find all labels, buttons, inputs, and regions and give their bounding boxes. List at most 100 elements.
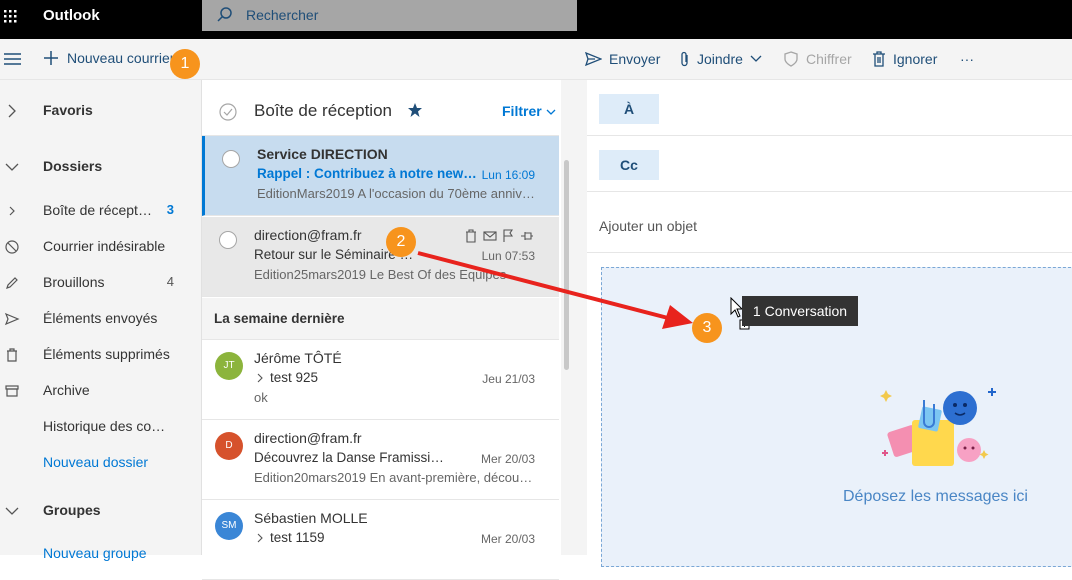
chevron-right-icon bbox=[9, 206, 15, 216]
new-mail-label: Nouveau courrier bbox=[67, 50, 175, 66]
date-group-header: La semaine dernière bbox=[202, 298, 559, 340]
subject: test 1159 bbox=[270, 530, 325, 545]
avatar: SM bbox=[215, 512, 243, 540]
folders-label: Dossiers bbox=[43, 158, 103, 174]
favorites-label: Favoris bbox=[43, 102, 93, 118]
cc-button[interactable]: Cc bbox=[599, 150, 659, 180]
send-icon bbox=[4, 312, 20, 326]
nav-item-sent[interactable]: Éléments envoyés bbox=[0, 301, 202, 337]
pin-icon[interactable] bbox=[520, 230, 534, 242]
avatar: JT bbox=[215, 352, 243, 380]
filter-label: Filtrer bbox=[502, 103, 542, 119]
more-options-button[interactable]: ··· bbox=[960, 51, 974, 67]
subject-field[interactable]: Ajouter un objet bbox=[587, 192, 1072, 253]
flag-icon[interactable] bbox=[502, 229, 514, 243]
nav-item-label: Boîte de réception bbox=[43, 202, 153, 218]
groups-header[interactable]: Groupes bbox=[0, 493, 202, 529]
send-icon bbox=[585, 52, 602, 66]
search-icon bbox=[216, 6, 234, 29]
step-marker-2: 2 bbox=[386, 227, 416, 257]
message-list-scrollbar[interactable] bbox=[561, 80, 571, 555]
pencil-icon bbox=[6, 277, 18, 289]
scrollbar-thumb[interactable] bbox=[564, 160, 569, 370]
chevron-down-icon bbox=[546, 109, 556, 115]
message-item[interactable]: D direction@fram.fr Découvrez la Danse F… bbox=[202, 420, 559, 500]
received-time: Jeu 21/03 bbox=[482, 372, 535, 386]
step-marker-1: 1 bbox=[170, 49, 200, 79]
chevron-down-icon bbox=[750, 55, 762, 62]
new-folder-link[interactable]: Nouveau dossier bbox=[0, 445, 202, 481]
nav-item-label: Brouillons bbox=[43, 274, 105, 290]
nav-item-conversation-history[interactable]: Historique des conversations bbox=[0, 409, 202, 445]
attach-label: Joindre bbox=[697, 51, 743, 67]
new-group-label: Nouveau groupe bbox=[43, 545, 147, 561]
message-item[interactable]: Service DIRECTION Rappel : Contribuez à … bbox=[202, 136, 559, 216]
sender: Service DIRECTION bbox=[257, 146, 388, 162]
drop-zone-message: Déposez les messages ici bbox=[843, 488, 1028, 505]
command-bar: Nouveau courrier Envoyer Joindre Chiffre… bbox=[0, 39, 1072, 80]
favorite-star-icon[interactable] bbox=[407, 102, 423, 118]
nav-item-label: Courrier indésirable bbox=[43, 238, 166, 254]
to-button[interactable]: À bbox=[599, 94, 659, 124]
new-group-link[interactable]: Nouveau groupe bbox=[0, 536, 202, 572]
shield-icon bbox=[784, 51, 798, 67]
nav-item-drafts[interactable]: Brouillons 4 bbox=[0, 265, 202, 301]
chevron-down-icon bbox=[5, 163, 19, 171]
app-title[interactable]: Outlook bbox=[43, 7, 100, 24]
favorites-header[interactable]: Favoris bbox=[0, 93, 202, 129]
nav-item-archive[interactable]: Archive bbox=[0, 373, 202, 409]
draft-count: 4 bbox=[166, 274, 174, 289]
nav-item-deleted[interactable]: Éléments supprimés bbox=[0, 337, 202, 373]
select-radio[interactable] bbox=[222, 150, 240, 168]
select-all-checkbox-icon[interactable] bbox=[219, 103, 237, 121]
discard-label: Ignorer bbox=[893, 51, 938, 67]
nav-item-label: Historique des conversations bbox=[43, 418, 168, 434]
folder-title: Boîte de réception bbox=[254, 101, 392, 120]
chevron-right-icon[interactable] bbox=[256, 373, 264, 383]
select-radio[interactable] bbox=[219, 231, 237, 249]
top-bar: Outlook Rechercher bbox=[0, 0, 1072, 39]
date-group-label: La semaine dernière bbox=[214, 311, 345, 326]
hamburger-menu-icon[interactable] bbox=[4, 51, 22, 72]
received-time: Mer 20/03 bbox=[480, 532, 535, 546]
archive-icon bbox=[5, 385, 19, 397]
plus-icon bbox=[44, 51, 58, 65]
new-mail-button[interactable]: Nouveau courrier bbox=[43, 50, 174, 66]
sender: Jérôme TÔTÉ bbox=[254, 350, 342, 366]
nav-item-label: Archive bbox=[43, 382, 90, 398]
message-list: Boîte de réception Filtrer Service DIREC… bbox=[202, 80, 559, 580]
search-input[interactable]: Rechercher bbox=[202, 0, 577, 31]
message-item[interactable]: JT Jérôme TÔTÉ test 925 Jeu 21/03 ok bbox=[202, 340, 559, 420]
preview: ok bbox=[254, 390, 268, 405]
chevron-right-icon bbox=[8, 104, 16, 118]
send-button[interactable]: Envoyer bbox=[585, 51, 660, 67]
paperclip-icon bbox=[681, 51, 688, 67]
app-launcher-icon[interactable] bbox=[0, 0, 28, 39]
encrypt-button[interactable]: Chiffrer bbox=[783, 51, 852, 67]
nav-item-inbox[interactable]: Boîte de réception 3 bbox=[0, 193, 202, 229]
pane-divider bbox=[571, 80, 587, 555]
attach-button[interactable]: Joindre bbox=[680, 51, 762, 67]
drag-tooltip: 1 Conversation bbox=[742, 296, 858, 326]
message-item[interactable]: SM Sébastien MOLLE test 1159 Mer 20/03 bbox=[202, 500, 559, 580]
message-list-header: Boîte de réception Filtrer bbox=[202, 80, 559, 136]
delete-icon[interactable] bbox=[465, 229, 477, 243]
preview: Edition20mars2019 En avant-première, déc… bbox=[254, 470, 536, 485]
avatar: D bbox=[215, 432, 243, 460]
search-placeholder: Rechercher bbox=[246, 7, 319, 23]
discard-button[interactable]: Ignorer bbox=[872, 51, 937, 67]
unread-count: 3 bbox=[166, 202, 174, 217]
drop-messages-illustration-icon bbox=[880, 388, 996, 466]
subject: test 925 bbox=[270, 370, 319, 385]
nav-item-junk[interactable]: Courrier indésirable bbox=[0, 229, 202, 265]
subject: Rappel : Contribuez à notre newsletter bbox=[257, 166, 477, 181]
chevron-right-icon[interactable] bbox=[256, 533, 264, 543]
received-time: Lun 07:53 bbox=[481, 249, 535, 263]
message-item[interactable]: direction@fram.fr Retour sur le Séminair… bbox=[202, 217, 559, 297]
cc-row: Cc bbox=[587, 136, 1072, 192]
nav-item-label: Éléments supprimés bbox=[43, 346, 170, 362]
mark-read-icon[interactable] bbox=[483, 231, 497, 241]
folders-header[interactable]: Dossiers bbox=[0, 149, 202, 185]
sender: Sébastien MOLLE bbox=[254, 510, 368, 526]
filter-button[interactable]: Filtrer bbox=[502, 103, 556, 119]
